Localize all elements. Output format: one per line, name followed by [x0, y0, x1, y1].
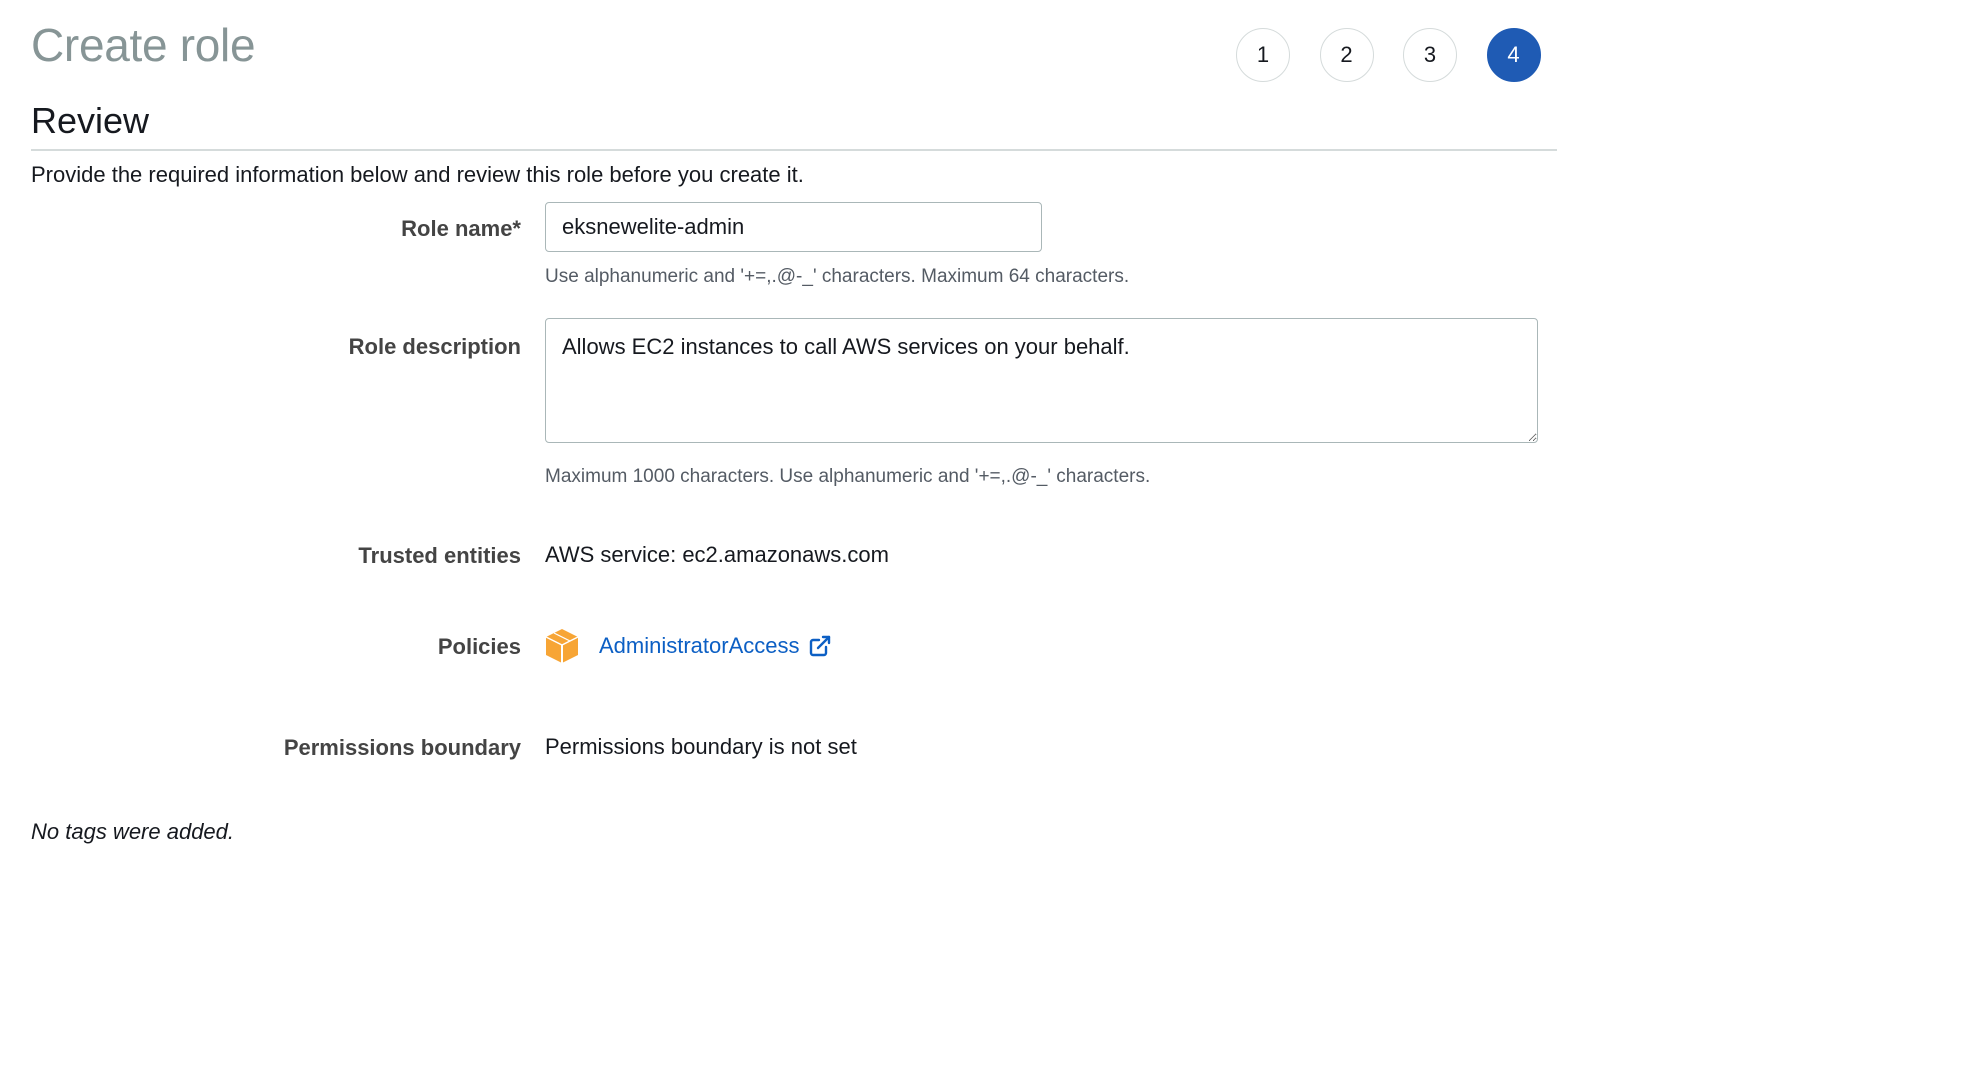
intro-text: Provide the required information below a…	[31, 162, 804, 187]
step-4-button[interactable]: 4	[1486, 28, 1541, 82]
permissions-boundary-label: Permissions boundary	[283, 735, 521, 760]
role-name-hint: Use alphanumeric and '+=,.@-_' character…	[545, 266, 1130, 287]
external-link-icon[interactable]	[808, 634, 832, 658]
wizard-steps: 1 2 3 4	[1236, 28, 1570, 82]
policy-link-administrator-access[interactable]: AdministratorAccess	[599, 633, 800, 659]
role-description-label: Role description	[348, 334, 521, 359]
role-description-textarea[interactable]: Allows EC2 instances to call AWS service…	[545, 318, 1538, 443]
policies-label: Policies	[437, 634, 521, 659]
permissions-boundary-value: Permissions boundary is not set	[545, 734, 857, 759]
trusted-entities-label: Trusted entities	[358, 543, 521, 568]
section-divider	[31, 149, 1557, 151]
step-3-button[interactable]: 3	[1403, 28, 1457, 82]
role-description-hint: Maximum 1000 characters. Use alphanumeri…	[545, 466, 1151, 487]
step-2-button[interactable]: 2	[1319, 28, 1374, 82]
no-tags-message: No tags were added.	[31, 819, 235, 844]
policy-item: AdministratorAccess	[545, 628, 832, 664]
role-name-label: Role name*	[401, 216, 521, 241]
section-title: Review	[31, 100, 150, 141]
trusted-entities-value: AWS service: ec2.amazonaws.com	[545, 542, 889, 567]
aws-managed-policy-icon	[545, 629, 579, 663]
step-1-button[interactable]: 1	[1236, 28, 1290, 82]
role-name-input[interactable]	[545, 202, 1042, 252]
page-title: Create role	[31, 19, 256, 71]
